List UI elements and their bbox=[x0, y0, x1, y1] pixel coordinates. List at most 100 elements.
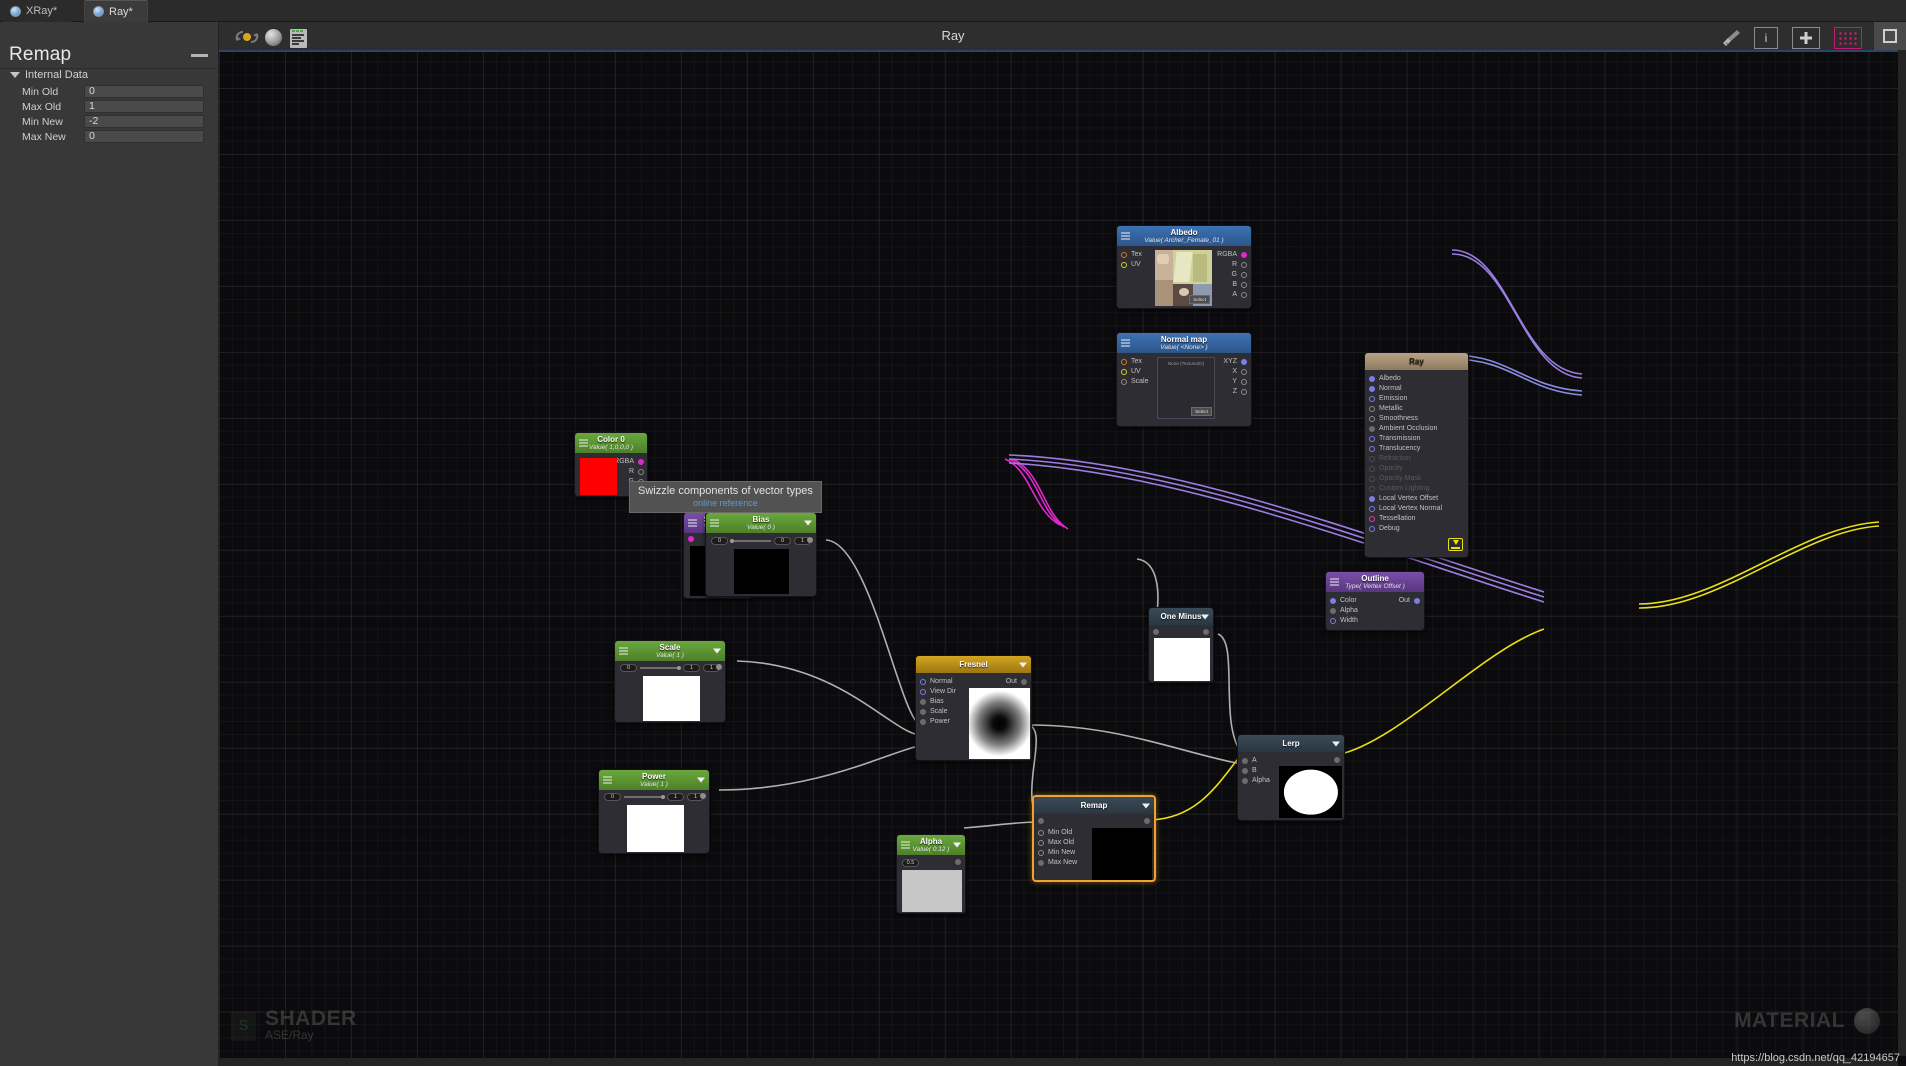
port-in[interactable] bbox=[1153, 629, 1159, 635]
power-min-field[interactable]: 0 bbox=[604, 793, 621, 801]
horizontal-scrollbar[interactable] bbox=[219, 1058, 1898, 1066]
menu-icon[interactable] bbox=[710, 519, 719, 527]
scale-min-field[interactable]: 0 bbox=[620, 664, 637, 672]
port-in-b[interactable]: B bbox=[1242, 767, 1257, 774]
port-out[interactable] bbox=[716, 664, 722, 670]
menu-icon[interactable] bbox=[1121, 339, 1130, 347]
slider-knob[interactable] bbox=[730, 539, 734, 544]
color-swatch[interactable] bbox=[580, 458, 617, 495]
chevron-down-icon[interactable] bbox=[804, 520, 812, 526]
master-port-smoothness[interactable]: Smoothness bbox=[1369, 415, 1418, 422]
max-new-field[interactable]: 0 bbox=[84, 130, 204, 143]
albedo-texture-preview[interactable]: Select bbox=[1155, 250, 1212, 306]
add-icon[interactable] bbox=[1792, 27, 1820, 49]
port-in-bias[interactable]: Bias bbox=[920, 698, 944, 705]
port-in-min-old[interactable]: Min Old bbox=[1038, 829, 1072, 836]
menu-icon[interactable] bbox=[619, 647, 628, 655]
port-in-max-new[interactable]: Max New bbox=[1038, 859, 1077, 866]
node-power[interactable]: Power Value( 1 ) 0 1 1 bbox=[598, 769, 710, 854]
port-in-min-new[interactable]: Min New bbox=[1038, 849, 1075, 856]
port-out[interactable] bbox=[700, 793, 706, 799]
chevron-down-icon[interactable] bbox=[1019, 662, 1027, 667]
port-in-max-old[interactable]: Max Old bbox=[1038, 839, 1074, 846]
port-in-power[interactable]: Power bbox=[920, 718, 950, 725]
port-in-normal[interactable]: Normal bbox=[920, 678, 953, 685]
chevron-down-icon[interactable] bbox=[1142, 803, 1150, 808]
port-in-tex[interactable]: Tex bbox=[1121, 251, 1142, 258]
node-fresnel[interactable]: Fresnel Normal View Dir Bias Scale Power bbox=[915, 655, 1032, 761]
node-header[interactable]: Power Value( 1 ) bbox=[599, 770, 709, 790]
info-icon[interactable]: i bbox=[1754, 27, 1778, 49]
master-port-debug[interactable]: Debug bbox=[1369, 525, 1400, 532]
master-port-albedo[interactable]: Albedo bbox=[1369, 375, 1401, 382]
tab-xray[interactable]: XRay* bbox=[2, 0, 72, 22]
node-alpha[interactable]: Alpha Value( 0.12 ) 0.5 bbox=[896, 834, 966, 914]
power-value-field[interactable]: 1 bbox=[667, 793, 684, 801]
node-header[interactable]: Remap bbox=[1034, 797, 1154, 814]
port-in-scale[interactable]: Scale bbox=[920, 708, 948, 715]
node-header[interactable]: Color 0 Value( 1,0,0,0 ) bbox=[575, 433, 647, 453]
download-icon[interactable] bbox=[1448, 538, 1463, 551]
menu-icon[interactable] bbox=[603, 776, 612, 784]
port-in-value[interactable] bbox=[1038, 818, 1044, 824]
port-out[interactable] bbox=[1203, 629, 1209, 635]
port-in-tex[interactable]: Tex bbox=[1121, 358, 1142, 365]
node-albedo[interactable]: Albedo Value( Archer_Female_01 ) Tex UV … bbox=[1116, 225, 1252, 309]
broom-icon[interactable] bbox=[1721, 28, 1743, 48]
vertical-scrollbar[interactable] bbox=[1898, 50, 1906, 1056]
chevron-down-icon[interactable] bbox=[1201, 614, 1209, 619]
master-port-local-vertex-normal[interactable]: Local Vertex Normal bbox=[1369, 505, 1442, 512]
port-in-width[interactable]: Width bbox=[1330, 617, 1358, 624]
node-lerp[interactable]: Lerp A B Alpha bbox=[1237, 734, 1345, 821]
port-out-b[interactable]: B bbox=[1232, 281, 1247, 288]
min-new-field[interactable]: -2 bbox=[84, 115, 204, 128]
alpha-value-field[interactable]: 0.5 bbox=[902, 859, 919, 867]
menu-icon[interactable] bbox=[579, 439, 588, 447]
menu-icon[interactable] bbox=[1121, 232, 1130, 240]
port-in-alpha[interactable]: Alpha bbox=[1330, 607, 1358, 614]
node-header[interactable]: Ray bbox=[1365, 353, 1468, 370]
node-graph-canvas[interactable]: Albedo Value( Archer_Female_01 ) Tex UV … bbox=[219, 22, 1906, 1066]
node-header[interactable]: One Minus bbox=[1149, 608, 1213, 625]
master-port-transmission[interactable]: Transmission bbox=[1369, 435, 1420, 442]
port-out-rgba[interactable]: RGBA bbox=[614, 458, 644, 465]
sphere-preview-icon[interactable] bbox=[265, 29, 282, 46]
port-out[interactable] bbox=[1144, 818, 1150, 824]
chevron-down-icon[interactable] bbox=[697, 777, 705, 783]
port-in-uv[interactable]: UV bbox=[1121, 368, 1141, 375]
port-in-uv[interactable]: UV bbox=[1121, 261, 1141, 268]
master-port-ambient-occlusion[interactable]: Ambient Occlusion bbox=[1369, 425, 1437, 432]
node-outline[interactable]: Outline Type( Vertex Offset ) Color Alph… bbox=[1325, 571, 1425, 631]
port-out-rgba[interactable]: RGBA bbox=[1217, 251, 1247, 258]
document-icon[interactable] bbox=[290, 29, 307, 48]
chevron-down-icon[interactable] bbox=[713, 648, 721, 654]
master-port-translucency[interactable]: Translucency bbox=[1369, 445, 1420, 452]
port-in-a[interactable]: A bbox=[1242, 757, 1257, 764]
tab-ray[interactable]: Ray* bbox=[84, 0, 148, 22]
maximize-icon[interactable] bbox=[1874, 22, 1906, 50]
port-in-alpha[interactable]: Alpha bbox=[1242, 777, 1270, 784]
slider-track[interactable] bbox=[640, 666, 681, 671]
chevron-down-icon[interactable] bbox=[1332, 741, 1340, 746]
foldout-internal-data[interactable]: Internal Data bbox=[10, 69, 88, 81]
master-port-emission[interactable]: Emission bbox=[1369, 395, 1407, 402]
node-one-minus[interactable]: One Minus bbox=[1148, 607, 1214, 683]
grid-icon[interactable] bbox=[1834, 27, 1862, 49]
node-header[interactable]: Fresnel bbox=[916, 656, 1031, 673]
port-out-xyz[interactable]: XYZ bbox=[1223, 358, 1247, 365]
port-out[interactable] bbox=[955, 859, 961, 865]
menu-icon[interactable] bbox=[688, 519, 697, 527]
node-remap[interactable]: Remap Min Old Max Old Min New Max New bbox=[1032, 795, 1156, 882]
select-texture-button[interactable]: Select bbox=[1189, 295, 1210, 304]
port-out[interactable]: Out bbox=[1399, 597, 1420, 604]
node-header[interactable]: Alpha Value( 0.12 ) bbox=[897, 835, 965, 855]
port-out-a[interactable]: A bbox=[1232, 291, 1247, 298]
menu-icon[interactable] bbox=[1330, 578, 1339, 586]
node-master-ray[interactable]: Ray Albedo Normal Emission Metallic Smoo… bbox=[1364, 352, 1469, 558]
master-port-local-vertex-offset[interactable]: Local Vertex Offset bbox=[1369, 495, 1438, 502]
refresh-icon[interactable] bbox=[234, 29, 259, 44]
port-out-g[interactable]: G bbox=[1232, 271, 1247, 278]
minimize-icon[interactable] bbox=[191, 54, 208, 57]
port-out-r[interactable]: R bbox=[1232, 261, 1247, 268]
max-old-field[interactable]: 1 bbox=[84, 100, 204, 113]
